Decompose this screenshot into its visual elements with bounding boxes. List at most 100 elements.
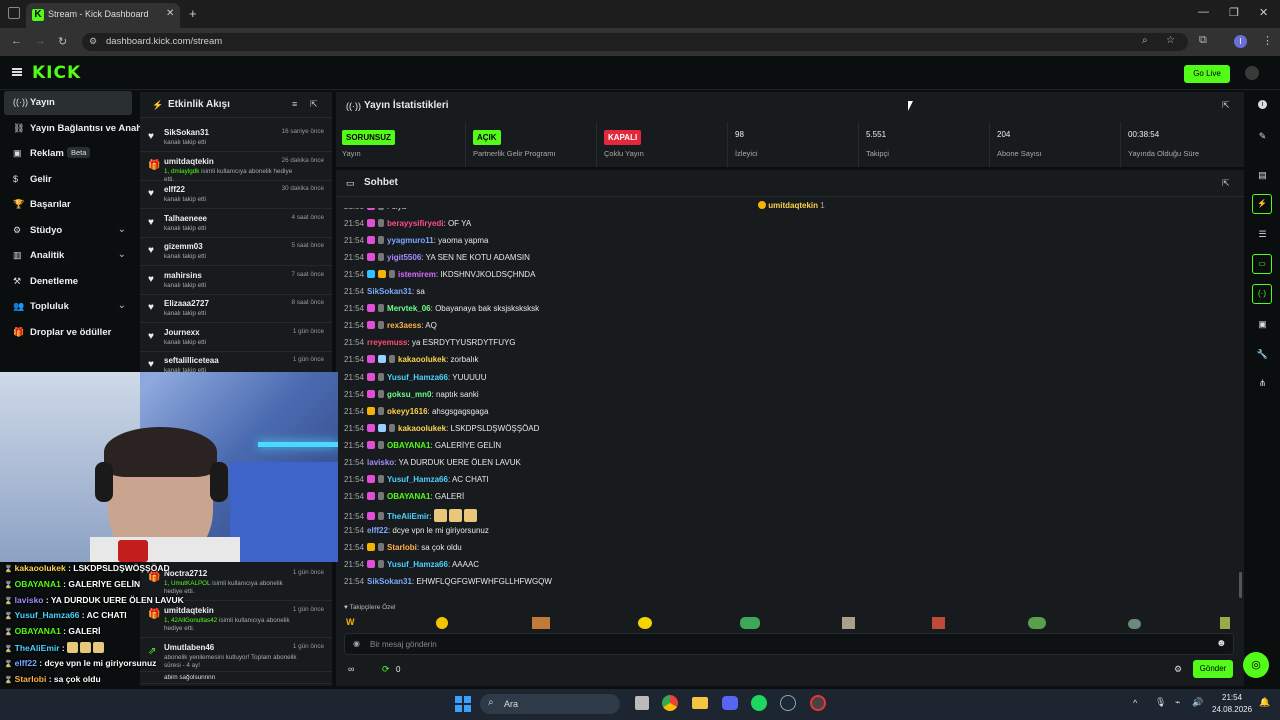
chat-toggle-icon[interactable]: ▭ (1252, 254, 1272, 274)
message-user[interactable]: SikSokan31 (367, 287, 412, 296)
message-user[interactable]: Yusuf_Hamza66 (387, 475, 448, 484)
chat-message[interactable]: 21:54 Yusuf_Hamza66: AC CHATI (344, 474, 489, 492)
browser-tab[interactable]: K Stream - Kick Dashboard ✕ (26, 3, 180, 28)
emote-w-icon[interactable]: W (346, 617, 355, 627)
maximize-icon[interactable]: ❐ (1229, 6, 1239, 19)
emote-icon[interactable] (1028, 617, 1046, 629)
new-tab-button[interactable]: + (189, 6, 197, 21)
chat-message[interactable]: 21:54 Yusuf_Hamza66: AAAAC (344, 560, 479, 577)
bookmark-star-icon[interactable]: ☆ (1166, 35, 1175, 46)
activity-item[interactable]: ♥ SikSokan31 16 saniye önce kanalı takip et… (140, 124, 332, 152)
activity-item[interactable]: 🎁 umitdaqtekin 26 dakika önce 1, dmiaylgdk … (140, 153, 332, 183)
task-view-icon[interactable] (635, 696, 649, 710)
browser-menu-icon[interactable]: ⋮ (1262, 34, 1273, 47)
message-user[interactable]: yigit5506 (387, 253, 421, 262)
list-icon[interactable]: ☰ (1256, 229, 1269, 242)
zoom-icon[interactable]: ⌕ (1142, 35, 1148, 46)
chat-message[interactable]: 21:54 Starlobi: sa çok oldu (344, 543, 462, 560)
emote-icon[interactable] (932, 617, 945, 629)
chat-message[interactable]: 21:54 kakaoolukek: zorbalık (344, 355, 479, 372)
sidebar-item-7[interactable]: ⚒ Denetleme (4, 270, 132, 294)
share-icon[interactable]: ⋔ (1256, 378, 1269, 391)
sidebar-item-0[interactable]: ((·)) Yayın (4, 91, 132, 115)
extensions-icon[interactable]: ⧉ (1199, 34, 1207, 47)
emote-icon[interactable] (638, 617, 652, 629)
chat-message[interactable]: 21:54 lavisko: YA DURDUK UERE ÖLEN LAVUK (344, 458, 521, 475)
back-icon[interactable]: ← (11, 35, 22, 47)
message-user[interactable]: OBAYANA1 (387, 441, 430, 450)
chat-message[interactable]: 21:54 kakaoolukek: LSKDPSLDŞWÖŞŞÖAD (344, 423, 539, 441)
spotify-icon[interactable] (751, 695, 767, 711)
clock-time[interactable]: 21:54 (1222, 693, 1242, 702)
message-user[interactable]: lavisko (367, 458, 394, 467)
emote-icon[interactable] (532, 617, 550, 629)
site-info-icon[interactable]: ⚙ (89, 36, 97, 47)
message-user[interactable]: Mervtek_06 (387, 304, 431, 313)
message-user[interactable]: rex3aess (387, 321, 421, 330)
network-icon[interactable]: ⌁ (1175, 697, 1180, 708)
close-window-icon[interactable]: ✕ (1259, 6, 1268, 19)
sidebar-item-3[interactable]: $ Gelir (4, 168, 132, 192)
file-explorer-icon[interactable] (692, 697, 708, 709)
chat-message[interactable]: 21:54 okeyy1616: ahsgsgagsgaga (344, 406, 488, 424)
chat-message[interactable]: 21:54 SikSokan31: sa (344, 287, 425, 304)
tab-search-icon[interactable] (8, 7, 20, 19)
filter-icon[interactable]: ≡ (292, 99, 297, 109)
chat-message[interactable]: 21:54 OBAYANA1: GALERİ (344, 491, 464, 509)
tools-icon[interactable]: 🔧 (1256, 349, 1269, 362)
menu-icon[interactable] (12, 68, 22, 76)
chat-scrollbar[interactable] (1239, 572, 1242, 598)
chrome-icon[interactable] (662, 695, 678, 711)
clock-date[interactable]: 24.08.2026 (1212, 705, 1252, 714)
close-tab-icon[interactable]: ✕ (166, 8, 174, 19)
send-button[interactable]: Gönder (1193, 660, 1233, 678)
sidebar-item-8[interactable]: 👥 Topluluk ⌄ (4, 295, 132, 319)
address-bar[interactable]: ⚙ dashboard.kick.com/stream ⌕ ☆ (82, 33, 1188, 51)
message-user[interactable]: OBAYANA1 (387, 492, 430, 501)
reload-icon[interactable]: ↻ (58, 35, 67, 48)
obs-icon[interactable] (810, 695, 826, 711)
sidebar-item-2[interactable]: ▣ Reklam Beta (4, 142, 132, 166)
sidebar-item-4[interactable]: 🏆 Başarılar (4, 193, 132, 217)
microphone-icon[interactable]: 🎙 (1155, 697, 1166, 708)
notifications-icon[interactable]: 🔔 (1259, 697, 1270, 708)
message-user[interactable]: SikSokan31 (367, 577, 412, 586)
profile-avatar[interactable]: I (1234, 35, 1247, 48)
emote-icon[interactable] (1220, 617, 1230, 629)
chat-message[interactable]: 21:54 goksu_mn0: naptık sanki (344, 389, 479, 407)
tray-chevron-icon[interactable]: ^ (1133, 698, 1137, 708)
activity-item[interactable]: ♥ Talhaeneee 4 saat önce kanalı takip etti (140, 210, 332, 238)
activity-item[interactable]: ♥ Elizaaa2727 8 saat önce kanalı takip etti (140, 295, 332, 323)
minimize-icon[interactable]: — (1198, 6, 1209, 18)
start-button[interactable] (455, 696, 471, 712)
kick-logo[interactable]: KICK (32, 63, 81, 83)
chat-message[interactable]: 21:54 Mervtek_06: Obayanaya bak sksjsksks… (344, 304, 539, 321)
emote-icon[interactable] (436, 617, 448, 629)
message-user[interactable]: berayysifiryedi (387, 219, 443, 228)
steam-icon[interactable] (780, 695, 796, 711)
message-user[interactable]: elff22 (367, 526, 388, 535)
message-user[interactable]: Yusuf_Hamza66 (387, 373, 448, 382)
activity-item[interactable]: ♥ Journexx 1 gün önce kanalı takip etti (140, 324, 332, 352)
chat-message[interactable]: 21:54 elff22: dcye vpn le mi giriyorsunuz (344, 526, 489, 543)
emote-icon[interactable] (740, 617, 760, 629)
moderation-icon[interactable]: ▣ (1256, 319, 1269, 332)
sidebar-item-6[interactable]: ▥ Analitik ⌄ (4, 244, 132, 268)
chevron-down-icon[interactable]: ⌄ (118, 300, 126, 311)
sidebar-item-5[interactable]: ⚙ Stüdyo ⌄ (4, 219, 132, 243)
sidebar-item-1[interactable]: ⛓ Yayın Bağlantısı ve Anahtarı (4, 117, 157, 141)
stream-toggle-icon[interactable]: (·) (1252, 284, 1272, 304)
go-live-button[interactable]: Go Live (1184, 65, 1230, 83)
chat-message[interactable]: 21:54 yigit5506: YA SEN NE KOTU ADAMSIN (344, 253, 530, 270)
chevron-down-icon[interactable]: ⌄ (118, 224, 126, 235)
message-user[interactable]: Starlobi (387, 543, 417, 552)
message-user[interactable]: yyagmuro11 (387, 236, 434, 245)
chat-message[interactable]: 21:53: oiya (344, 208, 406, 219)
chat-popout-icon[interactable]: ⇱ (1222, 178, 1230, 189)
popout-icon[interactable]: ⇱ (310, 99, 318, 110)
info-icon[interactable]: i (1258, 100, 1267, 109)
message-user[interactable]: kakaoolukek (398, 424, 446, 433)
volume-icon[interactable]: 🔊 (1192, 697, 1203, 708)
chat-message[interactable]: 21:54 Yusuf_Hamza66: YUUUUU (344, 372, 486, 390)
forward-icon[interactable]: → (35, 35, 46, 47)
